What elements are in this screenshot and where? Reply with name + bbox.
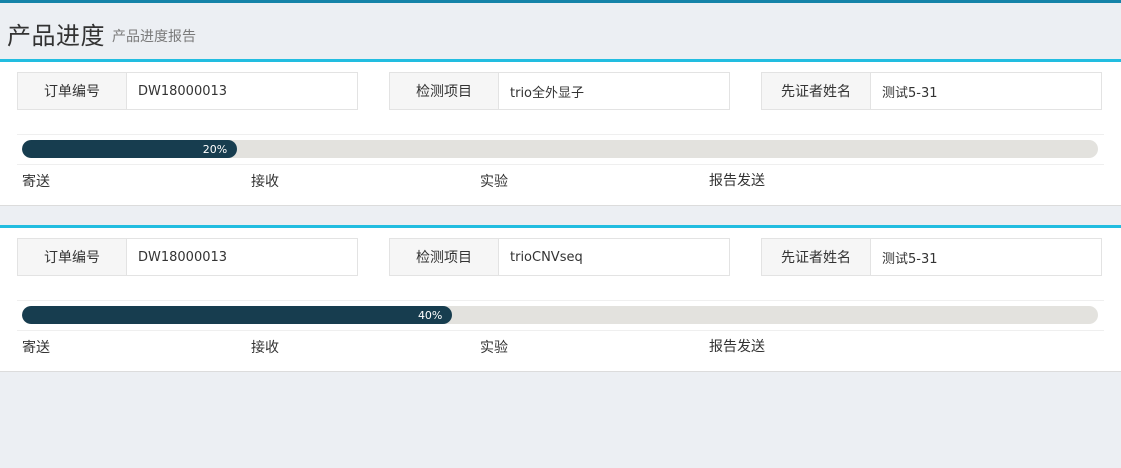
proband-name-value: 测试5-31: [882, 251, 938, 267]
test-item-field: 检测项目 trioCNVseq: [389, 238, 730, 276]
divider: [17, 300, 1104, 301]
test-item-value: trioCNVseq: [510, 249, 583, 265]
progress-label: 40%: [417, 308, 443, 322]
step-send: 寄送: [22, 174, 50, 190]
order-no-field: 订单编号 DW18000013: [17, 72, 358, 110]
test-item-value: trio全外显子: [510, 85, 585, 101]
proband-name-label: 先证者姓名: [762, 239, 871, 275]
divider: [17, 164, 1104, 165]
step-send: 寄送: [22, 340, 50, 356]
step-receive: 接收: [251, 340, 279, 356]
divider: [17, 134, 1104, 135]
proband-name-field: 先证者姓名 测试5-31: [761, 72, 1102, 110]
test-item-label: 检测项目: [390, 239, 499, 275]
page-subtitle: 产品进度报告: [112, 29, 196, 45]
test-item-label: 检测项目: [390, 73, 499, 109]
order-no-field: 订单编号 DW18000013: [17, 238, 358, 276]
step-report-send: 报告发送: [709, 339, 765, 355]
progress-fill: 40%: [22, 306, 453, 324]
proband-name-field: 先证者姓名 测试5-31: [761, 238, 1102, 276]
order-card: 订单编号 DW18000013 检测项目 trioCNVseq 先证者姓名 测试…: [0, 225, 1121, 372]
step-receive: 接收: [251, 174, 279, 190]
step-experiment: 实验: [480, 340, 508, 356]
divider: [17, 330, 1104, 331]
page-header: 产品进度 产品进度报告: [0, 3, 1121, 59]
order-no-label: 订单编号: [18, 73, 127, 109]
order-no-value: DW18000013: [138, 249, 228, 265]
proband-name-label: 先证者姓名: [762, 73, 871, 109]
progress-fill: 20%: [22, 140, 238, 158]
progress-bar: 40%: [22, 306, 1098, 324]
proband-name-value: 测试5-31: [882, 85, 938, 101]
step-report-send: 报告发送: [709, 173, 765, 189]
page-title: 产品进度: [7, 22, 105, 50]
step-experiment: 实验: [480, 174, 508, 190]
progress-bar: 20%: [22, 140, 1098, 158]
test-item-field: 检测项目 trio全外显子: [389, 72, 730, 110]
progress-label: 20%: [202, 142, 228, 156]
order-card: 订单编号 DW18000013 检测项目 trio全外显子 先证者姓名 测试5-…: [0, 59, 1121, 206]
order-no-label: 订单编号: [18, 239, 127, 275]
order-no-value: DW18000013: [138, 83, 228, 99]
